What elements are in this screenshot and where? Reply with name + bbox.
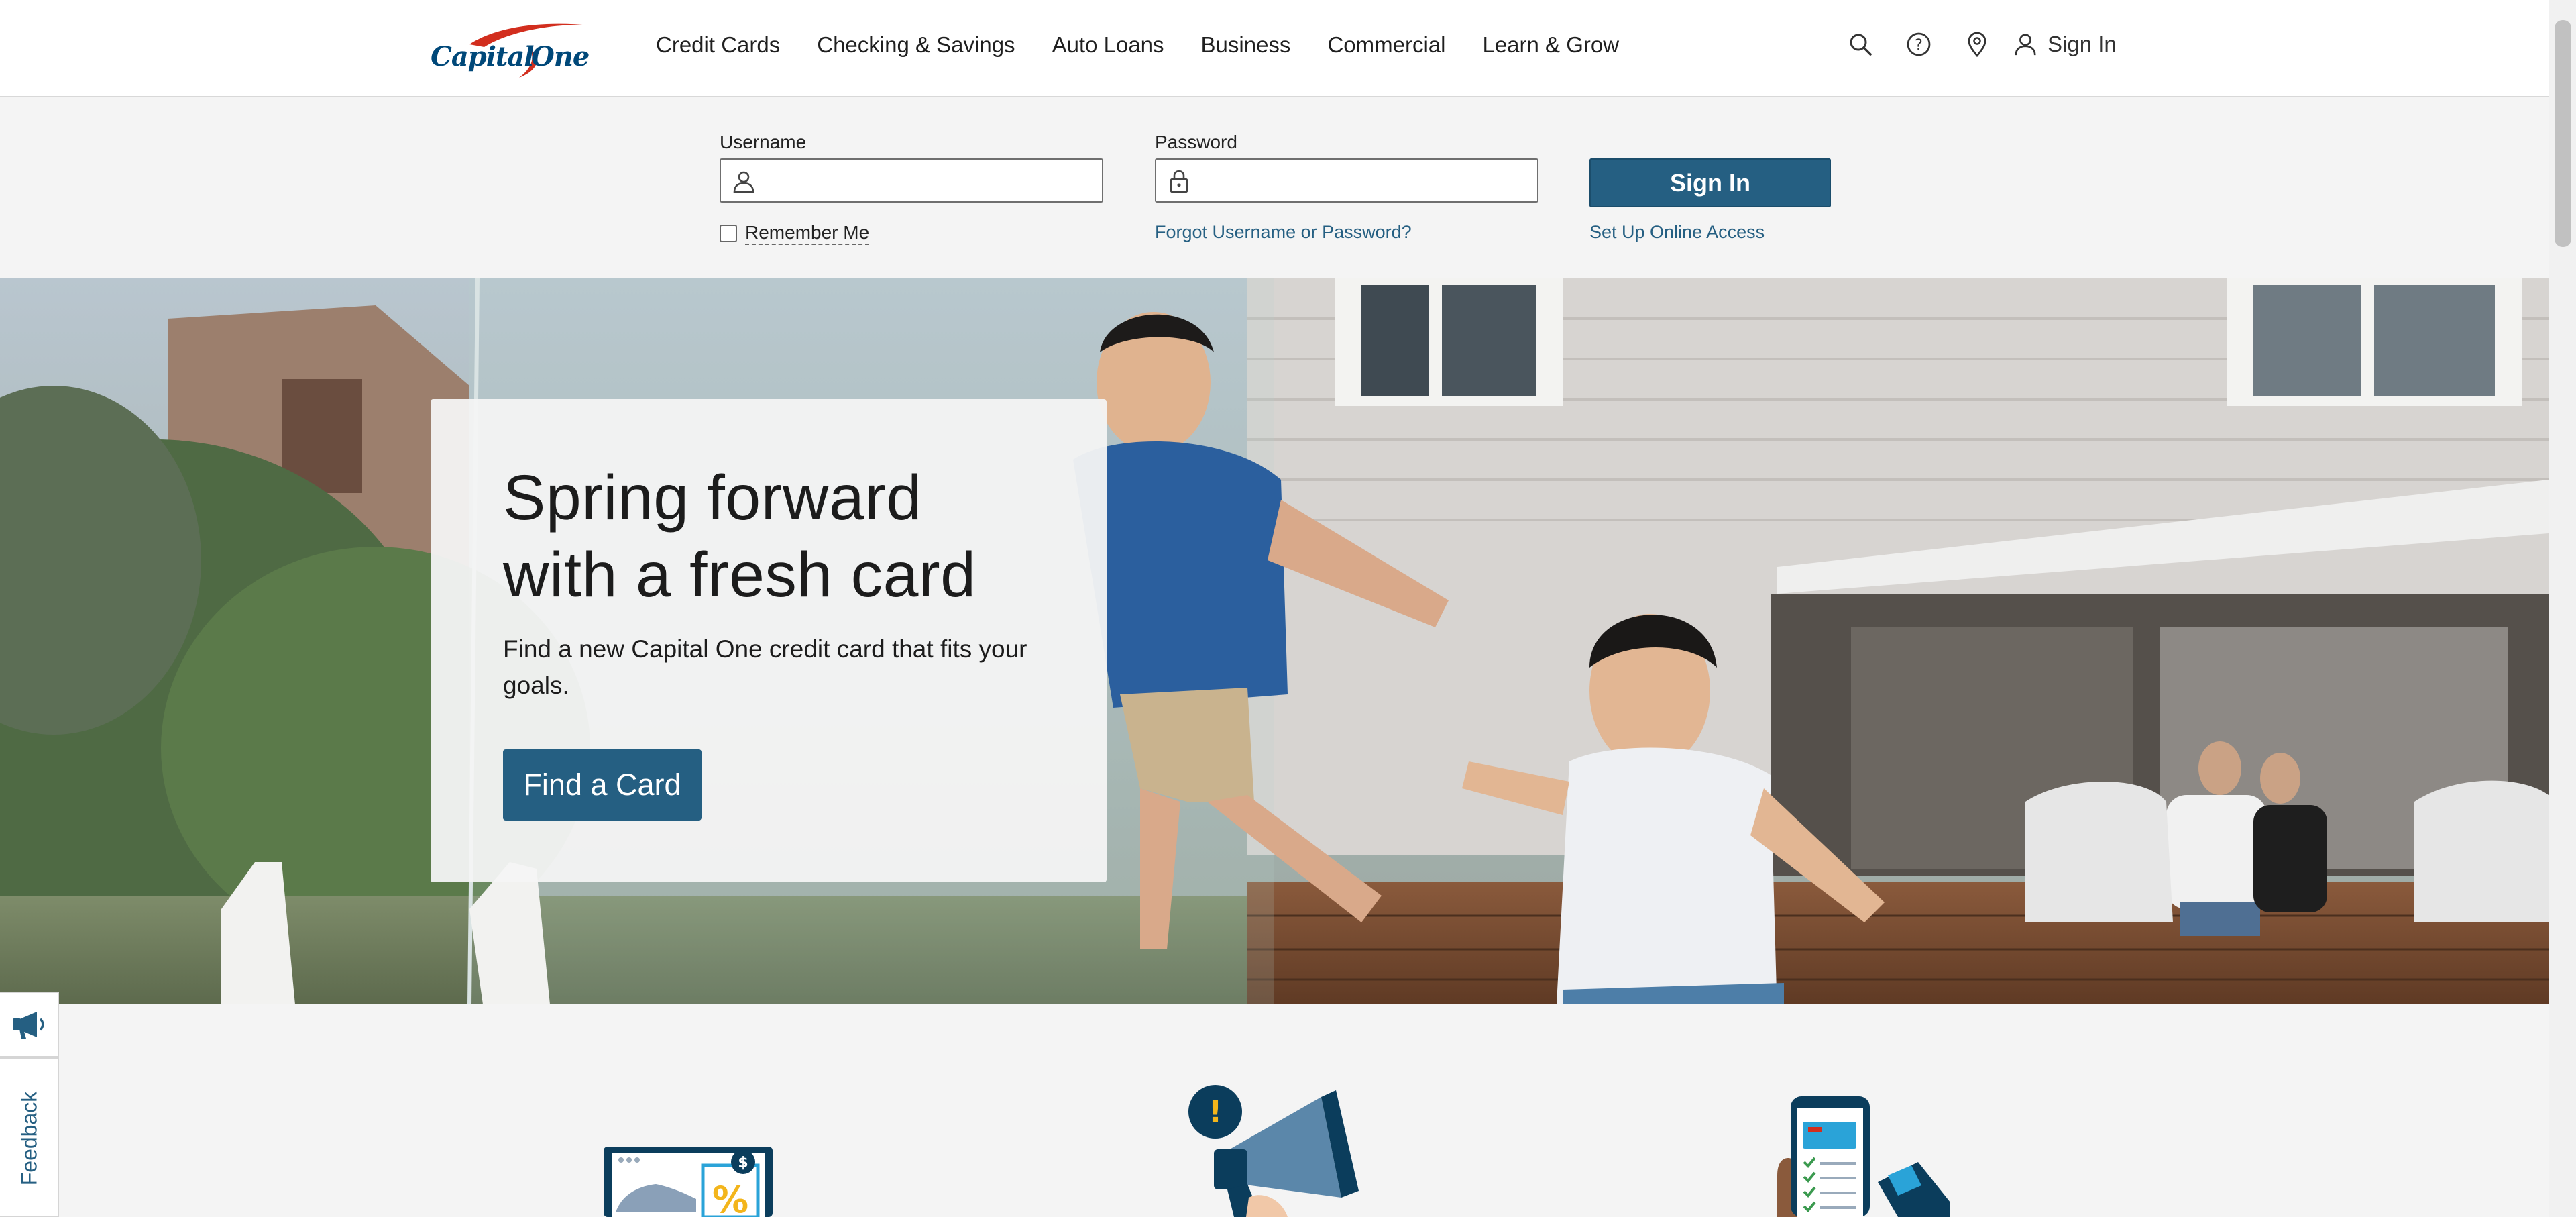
feature-section: % $ ! xyxy=(0,1004,2549,1217)
main-nav: Credit Cards Checking & Savings Auto Loa… xyxy=(656,32,1619,58)
megaphone-icon xyxy=(13,1012,44,1039)
hero-photo xyxy=(0,278,2549,1004)
feedback-tab[interactable]: Feedback xyxy=(0,1057,59,1217)
site-header: Capital One Credit Cards Checking & Savi… xyxy=(0,0,2549,97)
hero-title: Spring forward with a fresh card xyxy=(503,462,976,611)
header-sign-in-label: Sign In xyxy=(2048,32,2117,56)
search-icon[interactable] xyxy=(1846,30,1875,59)
shopping-laptop-icon: % $ xyxy=(604,1147,773,1217)
remember-me[interactable]: Remember Me xyxy=(720,222,870,245)
megaphone-illustration: ! xyxy=(1188,1085,1359,1217)
login-bar: Username Password Sign In Remember Me Fo… xyxy=(0,97,2549,278)
setup-online-access-link[interactable]: Set Up Online Access xyxy=(1589,222,1765,243)
password-label: Password xyxy=(1155,131,1237,152)
capital-one-logo[interactable]: Capital One xyxy=(429,20,597,82)
scrollbar-thumb[interactable] xyxy=(2555,20,2571,247)
feedback-widget: Feedback xyxy=(0,992,59,1217)
sign-in-button[interactable]: Sign In xyxy=(1589,158,1831,207)
nav-checking-savings[interactable]: Checking & Savings xyxy=(817,32,1015,58)
nav-business[interactable]: Business xyxy=(1201,32,1291,58)
header-sign-in-link[interactable]: Sign In xyxy=(2013,32,2117,57)
help-icon[interactable]: ? xyxy=(1904,30,1934,59)
find-a-card-button[interactable]: Find a Card xyxy=(503,749,702,821)
password-input[interactable] xyxy=(1199,162,1530,200)
svg-text:?: ? xyxy=(1915,37,1923,54)
remember-me-checkbox[interactable] xyxy=(720,225,737,242)
utility-nav: ? Sign In xyxy=(1846,30,2117,59)
feedback-label: Feedback xyxy=(17,1091,42,1186)
nav-credit-cards[interactable]: Credit Cards xyxy=(656,32,780,58)
location-icon[interactable] xyxy=(1962,30,1992,59)
logo-mark: Capital One xyxy=(431,23,590,78)
mobile-app-illustration xyxy=(1777,1096,1950,1217)
page-scrollbar[interactable] xyxy=(2549,0,2576,1217)
svg-text:One: One xyxy=(531,41,589,72)
nav-learn-grow[interactable]: Learn & Grow xyxy=(1482,32,1619,58)
svg-text:Capital: Capital xyxy=(431,41,534,72)
hero-subtitle: Find a new Capital One credit card that … xyxy=(503,635,1027,699)
nav-commercial[interactable]: Commercial xyxy=(1327,32,1445,58)
user-icon xyxy=(2015,34,2036,56)
feedback-icon-button[interactable] xyxy=(0,992,59,1057)
lock-icon xyxy=(1170,170,1188,193)
nav-auto-loans[interactable]: Auto Loans xyxy=(1052,32,1164,58)
svg-text:%: % xyxy=(712,1179,748,1217)
password-field[interactable] xyxy=(1155,158,1538,203)
user-icon xyxy=(733,171,754,193)
username-label: Username xyxy=(720,131,807,152)
remember-me-label: Remember Me xyxy=(745,222,870,245)
username-field[interactable] xyxy=(720,158,1103,203)
username-input[interactable] xyxy=(764,162,1095,200)
hero-banner: Spring forward with a fresh card Find a … xyxy=(0,278,2549,1004)
svg-text:!: ! xyxy=(1209,1094,1223,1130)
forgot-credentials-link[interactable]: Forgot Username or Password? xyxy=(1155,222,1412,243)
svg-text:$: $ xyxy=(738,1155,748,1171)
hero-card: Spring forward with a fresh card Find a … xyxy=(431,399,1107,882)
